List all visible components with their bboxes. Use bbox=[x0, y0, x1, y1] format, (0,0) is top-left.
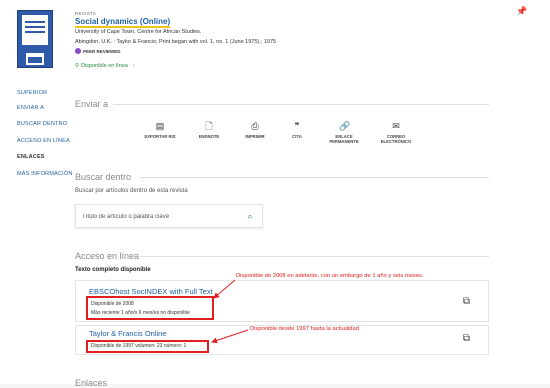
online-source-card: EBSCOhost SocINDEX with Full Text ⧉ Disp… bbox=[75, 280, 489, 322]
permalink-button[interactable]: 🔗 ENLACE PERMANENTE bbox=[322, 121, 366, 144]
embargo-line: Más reciente 1 año/s 6 mes/es no disponi… bbox=[91, 310, 190, 316]
divider bbox=[140, 256, 489, 257]
section-heading-enlaces: Enlaces bbox=[75, 378, 108, 388]
journal-publisher: University of Cape Town. Centre for Afri… bbox=[75, 29, 202, 35]
annotation-taylor-francis: Disponible desde 1997 hasta la actualida… bbox=[250, 326, 359, 332]
availability-highlight: Disponible de 1997 volumen: 23 número: 1 bbox=[86, 340, 209, 353]
nav-item-mas-informacion[interactable]: MÁS INFORMACIÓN bbox=[17, 171, 73, 177]
external-link-icon[interactable]: ⧉ bbox=[463, 333, 470, 344]
mail-icon: ✉ bbox=[392, 121, 400, 131]
section-heading-enviar-a: Enviar a bbox=[75, 99, 109, 109]
availability-line: Disponible de 2008 bbox=[91, 301, 134, 307]
search-within-box: ⌕ bbox=[75, 204, 263, 228]
cite-button[interactable]: ❞ CITA bbox=[275, 121, 319, 139]
page: REVISTA Social dynamics (Online) Univers… bbox=[0, 0, 550, 388]
available-online-link[interactable]: ⚲ Disponible en línea › bbox=[75, 63, 135, 69]
peer-reviewed-badge: PEER REVIEWED bbox=[75, 48, 121, 54]
divider bbox=[140, 177, 489, 178]
external-link-icon[interactable]: ⧉ bbox=[463, 296, 470, 307]
link-icon: 🔗 bbox=[339, 121, 351, 131]
chevron-right-icon: › bbox=[132, 63, 135, 69]
nav-item-enviar-a[interactable]: ENVIAR A bbox=[17, 105, 44, 111]
journal-cover-thumbnail[interactable] bbox=[17, 10, 53, 68]
divider bbox=[113, 104, 489, 105]
search-icon[interactable]: ⌕ bbox=[244, 210, 256, 222]
peer-reviewed-icon bbox=[75, 48, 81, 54]
cover-page-graphic bbox=[22, 15, 48, 45]
endnote-button[interactable]: 🗋 ENDNOTE bbox=[187, 121, 231, 139]
email-button[interactable]: ✉ CORREO ELECTRÓNICO bbox=[374, 121, 418, 144]
search-description: Buscar por artículos dentro de esta revi… bbox=[75, 188, 188, 194]
availability-highlight: Disponible de 2008 Más reciente 1 año/s … bbox=[86, 296, 214, 320]
nav-item-buscar-dentro[interactable]: BUSCAR DENTRO bbox=[17, 121, 67, 127]
export-ris-button[interactable]: ▤ EXPORTAR RIS bbox=[138, 121, 182, 139]
availability-line: Disponible de 1997 volumen: 23 número: 1 bbox=[91, 343, 187, 349]
print-icon: ⎙ bbox=[251, 121, 259, 131]
print-button[interactable]: ⎙ IMPRIMIR bbox=[233, 121, 277, 139]
journal-imprint: Abingdon, U.K. : Taylor & Francis; Print… bbox=[75, 39, 277, 45]
section-heading-acceso-en-linea: Acceso en línea bbox=[75, 251, 140, 261]
full-text-available-heading: Texto completo disponible bbox=[75, 267, 151, 273]
quote-icon: ❞ bbox=[294, 121, 300, 131]
section-heading-buscar-dentro: Buscar dentro bbox=[75, 172, 132, 182]
pin-icon[interactable]: 📌 bbox=[516, 7, 527, 16]
source-link-ebscohost[interactable]: EBSCOhost SocINDEX with Full Text bbox=[89, 287, 213, 296]
document-icon: 🗋 bbox=[205, 121, 213, 131]
source-link-taylor-francis[interactable]: Taylor & Francis Online bbox=[89, 329, 167, 338]
export-icon: ▤ bbox=[155, 121, 165, 131]
nav-item-acceso-en-linea[interactable]: ACCESO EN LÍNEA bbox=[17, 138, 70, 144]
nav-item-enlaces[interactable]: ENLACES bbox=[17, 154, 45, 160]
resource-type: REVISTA bbox=[75, 11, 97, 16]
nav-item-superior[interactable]: SUPERIOR bbox=[17, 90, 47, 96]
annotation-ebscohost: Disponible de 2008 en adelante, con un e… bbox=[236, 273, 424, 279]
link-icon: ⚲ bbox=[75, 63, 80, 69]
search-within-input[interactable] bbox=[82, 211, 232, 223]
journal-title[interactable]: Social dynamics (Online) bbox=[75, 17, 171, 28]
institution-icon bbox=[26, 53, 44, 65]
